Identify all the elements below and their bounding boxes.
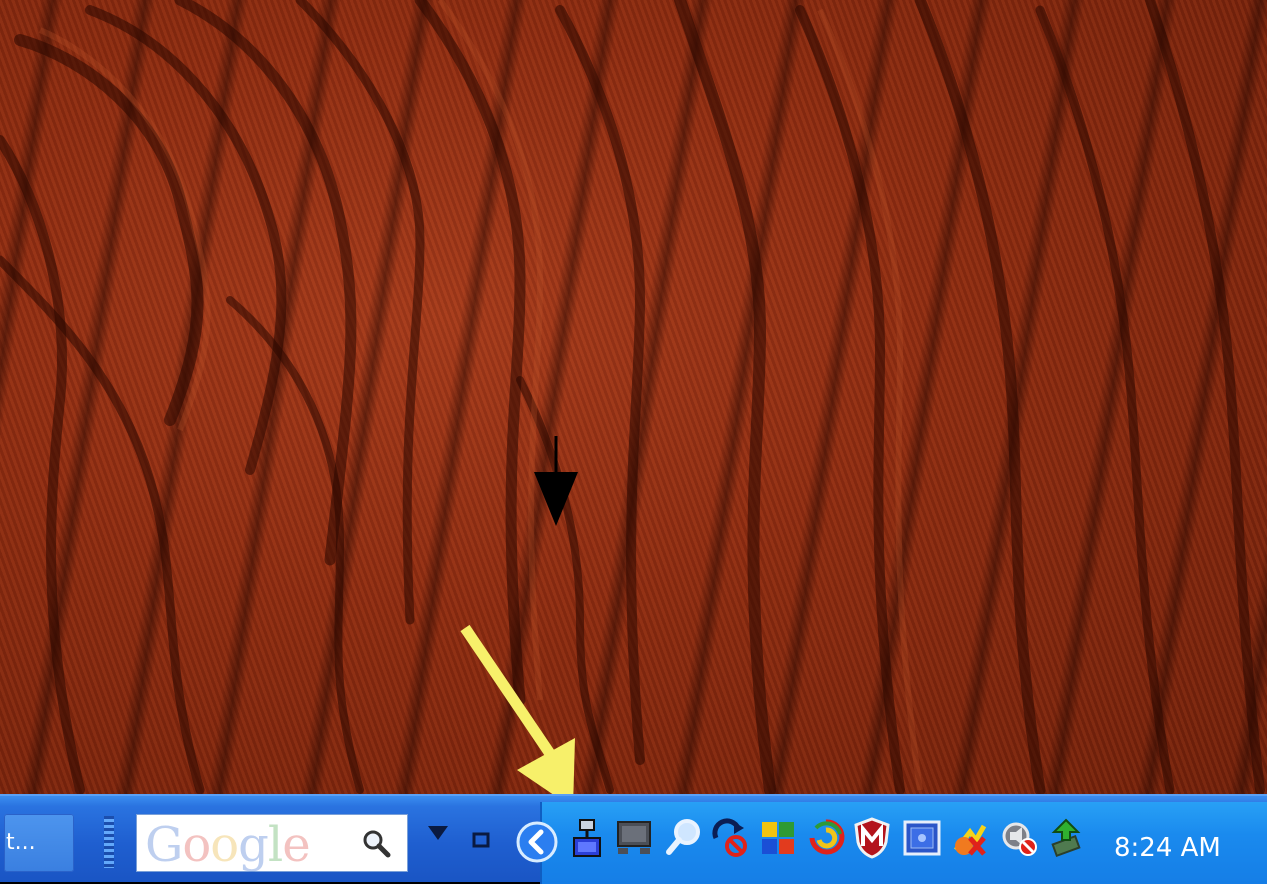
toolbar-dropdown-arrow-icon[interactable] [428, 826, 448, 840]
taskbar-window-button[interactable]: t... [4, 814, 74, 872]
search-magnifier-icon[interactable] [664, 816, 704, 860]
safely-remove-hardware-icon[interactable] [1046, 816, 1086, 860]
speaker-muted-icon[interactable] [1000, 816, 1040, 860]
annotation-arrow-icon [460, 624, 575, 794]
system-clock[interactable]: 8:24 AM [1114, 834, 1221, 862]
power-alert-icon[interactable] [950, 816, 990, 860]
mcafee-shield-icon[interactable] [852, 816, 892, 860]
sand-ripples-wallpaper-image [0, 0, 1265, 794]
search-icon[interactable] [357, 825, 397, 863]
antivirus-panel-icon[interactable] [902, 816, 942, 860]
toolbar-restore-icon[interactable] [472, 832, 490, 848]
toolbar-grip-handle[interactable] [104, 816, 114, 868]
mouse-pointer-icon [534, 436, 578, 526]
taskbar: t... Google 8:24 AM [0, 794, 1267, 884]
google-toolbar-search-box[interactable]: Google [136, 814, 408, 872]
show-hidden-icons-chevron-icon[interactable] [515, 820, 559, 864]
display-icon[interactable] [614, 816, 654, 860]
spiral-app-icon[interactable] [806, 816, 846, 860]
sync-blocked-icon[interactable] [710, 816, 750, 860]
network-connection-icon[interactable] [568, 816, 608, 860]
desktop-wallpaper[interactable] [0, 0, 1267, 794]
google-logo: Google [145, 817, 311, 873]
taskbar-window-button-label: t... [6, 830, 36, 855]
windows-flag-icon[interactable] [758, 816, 798, 860]
